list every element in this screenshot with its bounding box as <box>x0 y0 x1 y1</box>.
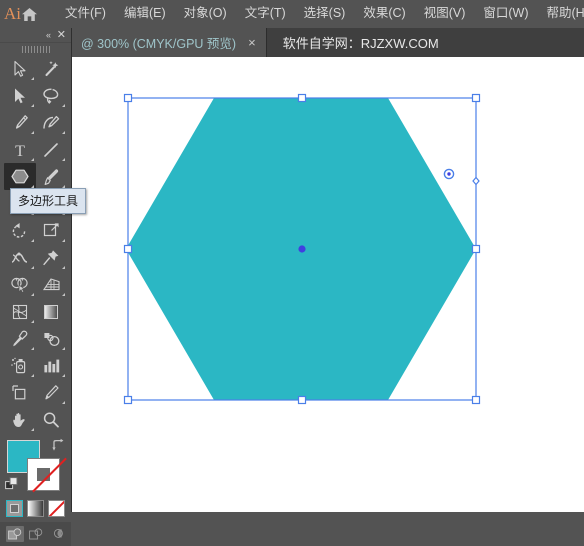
panel-drag-handle[interactable] <box>0 43 71 55</box>
tool-flyout-corner <box>31 131 34 134</box>
collapse-icon[interactable]: « <box>46 29 50 41</box>
tool-flyout-corner <box>62 266 65 269</box>
tool-flyout-corner <box>62 104 65 107</box>
tool-line-segment-tool[interactable] <box>36 136 68 163</box>
tool-grid: T <box>0 55 71 433</box>
menu-item-select[interactable]: 选择(S) <box>295 3 355 25</box>
tool-curvature-tool[interactable] <box>36 109 68 136</box>
draw-inside-button[interactable] <box>48 526 66 542</box>
menu-item-type[interactable]: 文字(T) <box>236 3 295 25</box>
close-icon[interactable]: × <box>244 36 260 49</box>
tool-column-graph-tool[interactable] <box>36 352 68 379</box>
tool-flyout-corner <box>31 239 34 242</box>
ai-logo: Ai <box>0 0 21 28</box>
tool-slice-tool[interactable] <box>36 379 68 406</box>
none-mode-button[interactable] <box>48 500 65 517</box>
menu-bar: Ai 文件(F) 编辑(E) 对象(O) 文字(T) 选择(S) 效果(C) 视… <box>0 0 584 28</box>
fill-stroke-controls <box>0 436 71 498</box>
drawing-mode-buttons <box>0 522 71 546</box>
tool-flyout-corner <box>31 428 34 431</box>
stroke-color-swatch[interactable] <box>27 458 60 491</box>
grip-lines-icon <box>22 46 50 53</box>
tools-panel: « ✕ <box>0 28 72 512</box>
illustrator-window: Ai 文件(F) 编辑(E) 对象(O) 文字(T) 选择(S) 效果(C) 视… <box>0 0 584 512</box>
tool-perspective-grid-tool[interactable] <box>36 271 68 298</box>
tool-flyout-corner <box>31 77 34 80</box>
document-tab-title: @ 300% (CMYK/GPU 预览) <box>81 33 236 52</box>
menu-item-edit[interactable]: 编辑(E) <box>115 3 175 25</box>
draw-behind-button[interactable] <box>27 526 45 542</box>
draw-normal-button[interactable] <box>6 526 24 542</box>
menu-item-window[interactable]: 窗口(W) <box>474 3 537 25</box>
tool-symbol-sprayer-tool[interactable] <box>4 352 36 379</box>
tool-flyout-corner <box>31 293 34 296</box>
tool-selection-tool[interactable] <box>4 55 36 82</box>
tool-scale-tool[interactable] <box>36 217 68 244</box>
tool-direct-selection-tool[interactable] <box>4 82 36 109</box>
tool-flyout-corner <box>31 374 34 377</box>
tool-flyout-corner <box>62 293 65 296</box>
center-anchor-point <box>298 245 305 252</box>
side-diamond-widget[interactable] <box>473 178 479 185</box>
tool-free-transform-tool[interactable] <box>36 244 68 271</box>
tool-eyedropper-tool[interactable] <box>4 325 36 352</box>
tool-paintbrush-tool[interactable] <box>36 163 68 190</box>
tools-panel-header: « ✕ <box>0 28 71 43</box>
default-fill-stroke-icon[interactable] <box>5 477 19 491</box>
tool-mesh-tool[interactable] <box>4 298 36 325</box>
menu-item-file[interactable]: 文件(F) <box>56 3 115 25</box>
menu-item-view[interactable]: 视图(V) <box>415 3 475 25</box>
paint-mode-buttons <box>0 500 71 517</box>
tool-rotate-tool[interactable] <box>4 217 36 244</box>
tool-flyout-corner <box>62 158 65 161</box>
tool-gradient-tool[interactable] <box>36 298 68 325</box>
tool-flyout-corner <box>62 401 65 404</box>
gradient-mode-button[interactable] <box>27 500 44 517</box>
tool-blend-tool[interactable] <box>36 325 68 352</box>
none-slash-icon <box>49 500 65 517</box>
tool-shape-builder-tool[interactable] <box>4 271 36 298</box>
home-icon[interactable] <box>21 0 38 28</box>
site-watermark-label: 软件自学网：RJZXW.COM <box>267 28 439 57</box>
corner-radius-widget[interactable] <box>444 169 453 178</box>
tool-flyout-corner <box>31 104 34 107</box>
swap-fill-stroke-icon[interactable] <box>52 438 66 452</box>
canvas-area[interactable] <box>71 57 584 512</box>
document-tab-bar: @ 300% (CMYK/GPU 预览) × 软件自学网：RJZXW.COM <box>0 28 584 57</box>
artwork-svg <box>71 57 584 512</box>
tool-tooltip: 多边形工具 <box>10 188 86 214</box>
tool-flyout-corner <box>31 347 34 350</box>
tool-flyout-corner <box>62 131 65 134</box>
document-tab[interactable]: @ 300% (CMYK/GPU 预览) × <box>71 28 267 57</box>
tool-flyout-corner <box>62 239 65 242</box>
menu-item-help[interactable]: 帮助(H) <box>538 3 584 25</box>
tool-flyout-corner <box>62 374 65 377</box>
tool-zoom-tool[interactable] <box>36 406 68 433</box>
color-mode-button[interactable] <box>6 500 23 517</box>
tool-pen-tool[interactable] <box>4 109 36 136</box>
panel-close-icon[interactable]: ✕ <box>57 28 66 42</box>
tool-hand-tool[interactable] <box>4 406 36 433</box>
tool-flyout-corner <box>31 158 34 161</box>
menu-item-object[interactable]: 对象(O) <box>175 3 236 25</box>
tool-type-tool[interactable]: T <box>4 136 36 163</box>
svg-text:T: T <box>15 143 25 159</box>
tool-width-tool[interactable] <box>4 244 36 271</box>
tool-polygon-tool[interactable] <box>4 163 36 190</box>
menu-item-effect[interactable]: 效果(C) <box>354 3 414 25</box>
tool-flyout-corner <box>31 266 34 269</box>
menu-items: 文件(F) 编辑(E) 对象(O) 文字(T) 选择(S) 效果(C) 视图(V… <box>56 3 584 25</box>
tool-flyout-corner <box>31 320 34 323</box>
tool-artboard-tool[interactable] <box>4 379 36 406</box>
tool-magic-wand-tool[interactable] <box>36 55 68 82</box>
tool-lasso-tool[interactable] <box>36 82 68 109</box>
tool-flyout-corner <box>62 347 65 350</box>
